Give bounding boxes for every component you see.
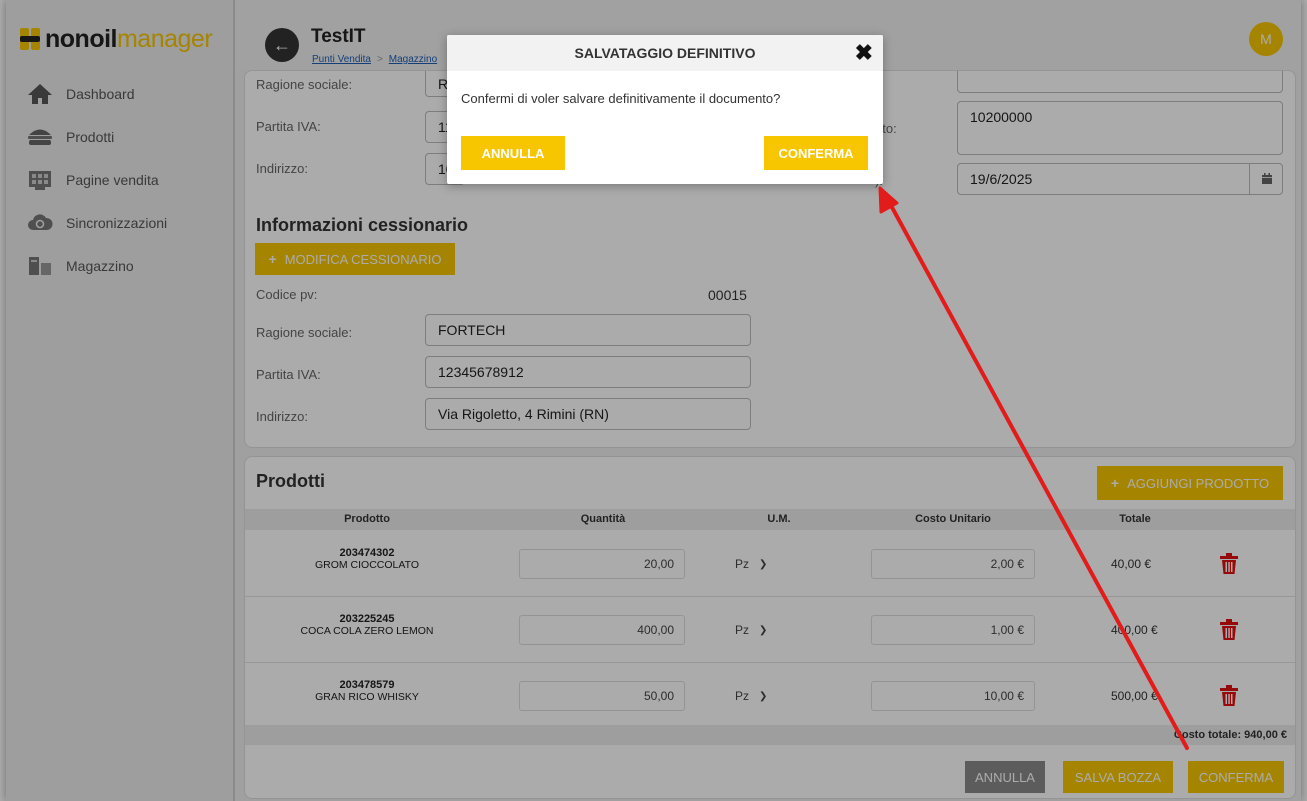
modal-annulla-button[interactable]: ANNULLA: [461, 136, 565, 170]
close-icon[interactable]: ✖: [855, 40, 873, 66]
modal-conferma-button[interactable]: CONFERMA: [764, 136, 868, 170]
confirm-modal: SALVATAGGIO DEFINITIVO ✖ Confermi di vol…: [447, 35, 883, 184]
modal-header: SALVATAGGIO DEFINITIVO ✖: [447, 35, 883, 71]
modal-message: Confermi di voler salvare definitivament…: [461, 91, 781, 106]
modal-title: SALVATAGGIO DEFINITIVO: [574, 45, 756, 61]
